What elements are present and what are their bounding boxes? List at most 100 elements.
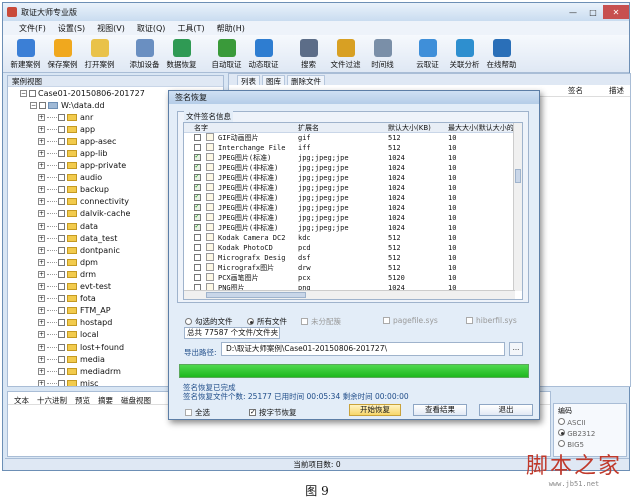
expand-icon[interactable]: + xyxy=(38,174,45,182)
tree-checkbox[interactable] xyxy=(58,270,65,278)
signature-row[interactable]: Kodak PhotoCD pcd 512 10 xyxy=(184,243,522,253)
signature-row[interactable]: JPEG图片(非标准) jpg;jpeg;jpe 1024 10 xyxy=(184,203,522,213)
tree-checkbox[interactable] xyxy=(58,137,65,145)
byte-recovery-checkbox[interactable]: 按字节恢复 xyxy=(249,407,297,418)
tree-checkbox[interactable] xyxy=(58,295,65,303)
row-checkbox[interactable] xyxy=(194,253,201,261)
maximize-button[interactable]: □ xyxy=(583,5,603,19)
checkbox-icon[interactable] xyxy=(185,409,192,416)
row-checkbox[interactable] xyxy=(194,153,201,161)
expand-icon[interactable]: + xyxy=(38,331,45,339)
encoding-gb2312[interactable]: GB2312 xyxy=(558,429,622,438)
unallocated-checkbox[interactable]: 未分配簇 xyxy=(301,316,341,327)
toolbar-timeline-button[interactable]: 时间线 xyxy=(364,39,401,70)
menu-settings[interactable]: 设置(S) xyxy=(58,23,85,34)
tree-checkbox[interactable] xyxy=(58,222,65,230)
toolbar-add-device-button[interactable]: 添加设备 xyxy=(126,39,163,70)
toolbar-data-recovery-button[interactable]: 数据恢复 xyxy=(163,39,200,70)
signature-row[interactable]: JPEG图片(非标准) jpg;jpeg;jpe 1024 10 xyxy=(184,163,522,173)
exit-button[interactable]: 退出 xyxy=(479,404,533,416)
tab-deleted-files[interactable]: 删除文件 xyxy=(287,75,325,86)
tree-checkbox[interactable] xyxy=(39,101,46,109)
row-checkbox[interactable] xyxy=(194,133,201,141)
radio-icon[interactable] xyxy=(247,318,254,325)
expand-icon[interactable]: + xyxy=(38,367,45,375)
expand-icon[interactable]: + xyxy=(38,379,45,386)
radio-icon[interactable] xyxy=(185,318,192,325)
expand-icon[interactable]: + xyxy=(38,355,45,363)
menu-help[interactable]: 帮助(H) xyxy=(217,23,245,34)
tree-checkbox[interactable] xyxy=(58,113,65,121)
signature-row[interactable]: PCX画笔图片 pcx 5120 10 xyxy=(184,273,522,283)
tree-checkbox[interactable] xyxy=(58,150,65,158)
row-checkbox[interactable] xyxy=(194,143,201,151)
toolbar-save-case-button[interactable]: 保存案例 xyxy=(44,39,81,70)
column-signature[interactable]: 签名 xyxy=(568,85,583,96)
menu-view[interactable]: 视图(V) xyxy=(97,23,125,34)
tab-hex[interactable]: 十六进制 xyxy=(37,395,67,405)
row-checkbox[interactable] xyxy=(194,223,201,231)
tree-checkbox[interactable] xyxy=(58,319,65,327)
signature-row[interactable]: JPEG图片(标准) jpg;jpeg;jpe 1024 10 xyxy=(184,153,522,163)
toolbar-dynamic-forensics-button[interactable]: 动态取证 xyxy=(245,39,282,70)
signature-row[interactable]: Interchange File iff 512 10 xyxy=(184,143,522,153)
signature-row[interactable]: JPEG图片(非标准) jpg;jpeg;jpe 1024 10 xyxy=(184,193,522,203)
hiberfil-checkbox[interactable]: hiberfil.sys xyxy=(466,316,517,325)
row-checkbox[interactable] xyxy=(194,193,201,201)
checkbox-icon[interactable] xyxy=(301,318,308,325)
toolbar-new-case-button[interactable]: 新建案例 xyxy=(7,39,44,70)
toolbar-cloud-forensics-button[interactable]: 云取证 xyxy=(409,39,446,70)
tab-text[interactable]: 文本 xyxy=(14,395,29,405)
tree-checkbox[interactable] xyxy=(58,367,65,375)
expand-icon[interactable]: + xyxy=(38,270,45,278)
tab-summary[interactable]: 摘要 xyxy=(98,395,113,405)
column-default-size[interactable]: 默认大小(KB) xyxy=(388,123,448,133)
browse-button[interactable]: ... xyxy=(509,342,523,356)
tree-checkbox[interactable] xyxy=(58,246,65,254)
expand-icon[interactable]: + xyxy=(38,210,45,218)
expand-icon[interactable]: + xyxy=(38,319,45,327)
pagefile-checkbox[interactable]: pagefile.sys xyxy=(383,316,438,325)
expand-icon[interactable]: + xyxy=(38,113,45,121)
row-checkbox[interactable] xyxy=(194,173,201,181)
tree-checkbox[interactable] xyxy=(58,162,65,170)
expand-icon[interactable]: + xyxy=(38,150,45,158)
tree-checkbox[interactable] xyxy=(58,198,65,206)
expand-icon[interactable]: + xyxy=(38,295,45,303)
tab-disk-view[interactable]: 磁盘视图 xyxy=(121,395,151,405)
row-checkbox[interactable] xyxy=(194,243,201,251)
column-description[interactable]: 描述 xyxy=(609,85,624,96)
tree-checkbox[interactable] xyxy=(29,89,36,97)
tab-list[interactable]: 列表 xyxy=(237,75,260,86)
expand-icon[interactable]: + xyxy=(38,125,45,133)
toolbar-auto-forensics-button[interactable]: 自动取证 xyxy=(208,39,245,70)
signature-row[interactable]: JPEG图片(非标准) jpg;jpeg;jpe 1024 10 xyxy=(184,213,522,223)
vertical-scrollbar[interactable] xyxy=(513,123,522,291)
signature-row[interactable]: JPEG图片(非标准) jpg;jpeg;jpe 1024 10 xyxy=(184,223,522,233)
signature-row[interactable]: GIF动画图片 gif 512 10 xyxy=(184,133,522,143)
horizontal-scrollbar[interactable] xyxy=(184,290,515,299)
expand-icon[interactable]: + xyxy=(38,343,45,351)
encoding-ascii[interactable]: ASCII xyxy=(558,418,622,427)
expand-icon[interactable]: + xyxy=(38,186,45,194)
signature-row[interactable]: JPEG图片(非标准) jpg;jpeg;jpe 1024 10 xyxy=(184,183,522,193)
tree-checkbox[interactable] xyxy=(58,307,65,315)
row-checkbox[interactable] xyxy=(194,233,201,241)
tree-checkbox[interactable] xyxy=(58,355,65,363)
row-checkbox[interactable] xyxy=(194,273,201,281)
tree-checkbox[interactable] xyxy=(58,210,65,218)
tree-checkbox[interactable] xyxy=(58,283,65,291)
column-name[interactable]: 名字 xyxy=(194,123,218,133)
signature-list[interactable]: 名字 扩展名 默认大小(KB) 最大大小(默认大小的倍数 GIF动画图片 gif 5… xyxy=(183,122,523,300)
expand-icon[interactable]: + xyxy=(38,283,45,291)
menu-file[interactable]: 文件(F) xyxy=(19,23,46,34)
tree-checkbox[interactable] xyxy=(58,125,65,133)
tree-checkbox[interactable] xyxy=(58,331,65,339)
checkbox-icon[interactable] xyxy=(249,409,256,416)
tree-checkbox[interactable] xyxy=(58,186,65,194)
column-max-size[interactable]: 最大大小(默认大小的倍数 xyxy=(448,123,518,133)
tree-checkbox[interactable] xyxy=(58,343,65,351)
toolbar-online-help-button[interactable]: 在线帮助 xyxy=(483,39,520,70)
tree-checkbox[interactable] xyxy=(58,258,65,266)
toolbar-link-analysis-button[interactable]: 关联分析 xyxy=(446,39,483,70)
